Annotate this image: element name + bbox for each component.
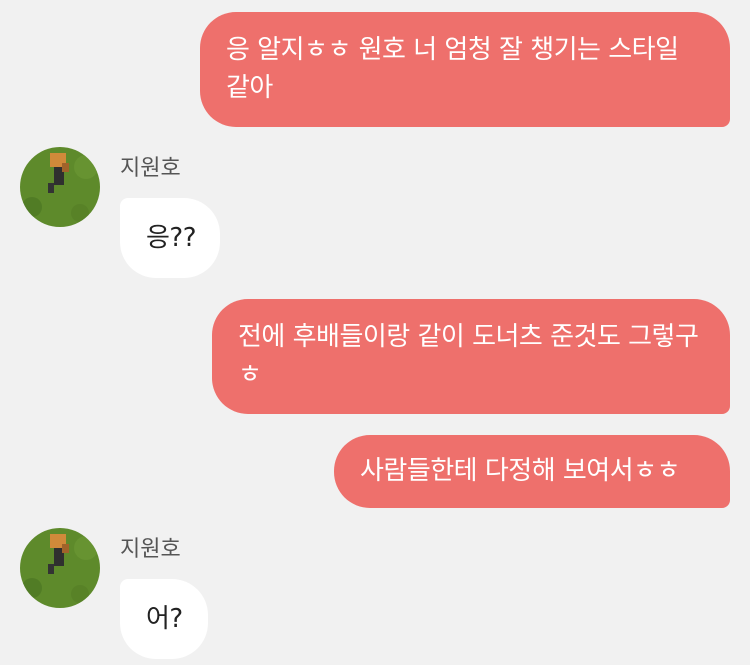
avatar-photo xyxy=(20,528,100,608)
sender-avatar[interactable] xyxy=(20,147,100,227)
message-text: 어? xyxy=(146,604,183,634)
sender-name: 지원호 xyxy=(120,537,181,562)
sender-avatar[interactable] xyxy=(20,528,100,608)
message-text: 사람들한테 다정해 보여서ㅎㅎ xyxy=(360,456,681,486)
sender-name: 지원호 xyxy=(120,156,181,181)
message-text: 전에 후배들이랑 같이 도너츠 준것도 그렇구ㅎ xyxy=(238,322,699,390)
incoming-message-bubble[interactable]: 응?? xyxy=(120,198,220,278)
message-text: 응?? xyxy=(146,223,197,253)
outgoing-message-bubble[interactable]: 응 알지ㅎㅎ 원호 너 엄청 잘 챙기는 스타일 같아 xyxy=(200,12,730,127)
outgoing-message-bubble[interactable]: 전에 후배들이랑 같이 도너츠 준것도 그렇구ㅎ xyxy=(212,299,730,414)
outgoing-message-bubble[interactable]: 사람들한테 다정해 보여서ㅎㅎ xyxy=(334,435,730,508)
incoming-message-bubble[interactable]: 어? xyxy=(120,579,208,659)
avatar-photo xyxy=(20,147,100,227)
message-text: 응 알지ㅎㅎ 원호 너 엄청 잘 챙기는 스타일 같아 xyxy=(226,35,679,103)
